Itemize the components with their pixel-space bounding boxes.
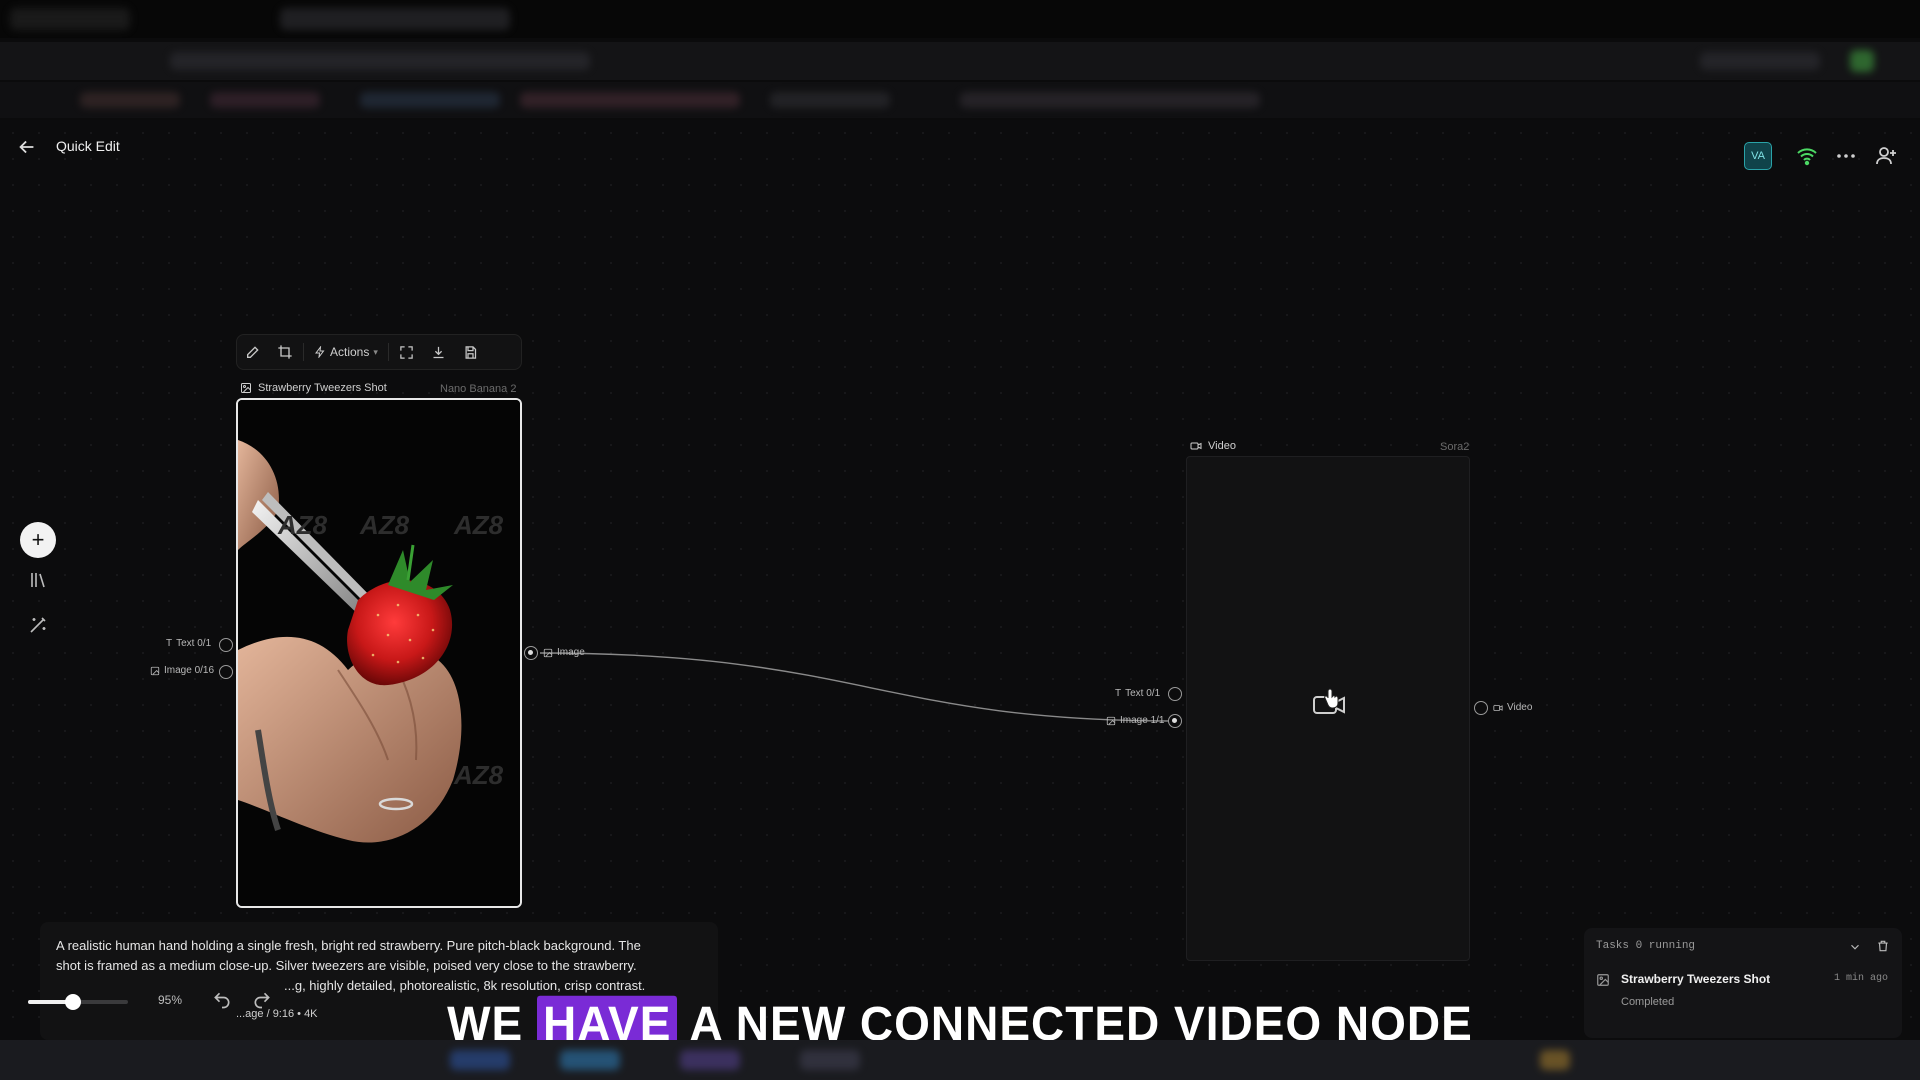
image-node-title: Strawberry Tweezers Shot [258,382,387,394]
image-icon [1597,974,1609,986]
watermark-text: AZ8 [454,760,504,790]
os-taskbar [0,1040,1920,1080]
watermark-text: AZ8 [360,510,410,540]
port-label: Image 0/16 [164,665,215,676]
browser-chrome [0,0,1920,120]
image-icon [1106,716,1116,725]
wifi-icon [1797,148,1817,166]
prompt-text[interactable]: A realistic human hand holding a single … [56,936,706,996]
browser-tab-strip [0,0,1920,38]
generated-image [238,400,520,906]
library-icon[interactable] [20,562,56,598]
add-node-button[interactable]: + [20,522,56,558]
input-port-label-image: Image 0/16 [150,665,214,676]
top-bar: Quick Edit VA [0,120,1920,174]
output-port-label: Video [1493,702,1532,713]
input-port-label-text: T Text 0/1 [166,638,211,649]
actions-label: Actions [330,345,370,359]
chevron-down-icon[interactable] [1848,940,1862,954]
text-type-icon: T [1115,688,1122,699]
output-port-video[interactable] [1474,701,1488,715]
video-node-model: Sora2 [1440,441,1470,453]
fullscreen-icon[interactable] [391,336,423,368]
video-camera-icon [1493,704,1503,711]
image-node[interactable]: AZ8 AZ8 AZ8 AZ8 [236,398,522,908]
left-toolbar: + [20,522,56,648]
text-type-icon: T [166,638,173,649]
toolbar-divider [303,343,304,361]
magic-wand-icon[interactable] [20,607,56,643]
save-icon[interactable] [455,336,487,368]
edit-icon[interactable] [237,336,269,368]
task-time: 1 min ago [1833,973,1888,984]
port-label: Image [557,647,585,658]
prompt-line: shot is framed as a medium close-up. Sil… [56,958,637,973]
watermark-text: AZ8 [278,510,328,540]
video-node-title: Video [1208,440,1236,452]
video-camera-icon [1190,442,1202,450]
toolbar-divider [387,343,389,361]
add-user-icon[interactable] [1874,144,1898,168]
crop-icon[interactable] [269,336,301,368]
input-port-image[interactable] [1168,714,1182,728]
lightning-icon [315,346,325,358]
input-port-label-image: Image 1/1 [1106,715,1164,726]
image-node-header: Strawberry Tweezers Shot [240,382,387,394]
page-title: Quick Edit [56,138,120,154]
canvas[interactable]: Quick Edit VA + Actions ▾ Strawberry Twe… [0,120,1920,1040]
image-node-model: Nano Banana 2 [440,383,517,395]
actions-dropdown[interactable]: Actions ▾ [306,345,386,359]
output-port-label: Image [543,647,585,658]
image-icon [150,666,160,675]
browser-address-bar [0,42,1920,80]
port-label: Video [1507,702,1533,713]
input-port-label-text: T Text 0/1 [1115,688,1160,699]
browser-bookmarks-bar [0,82,1920,118]
chevron-down-icon: ▾ [373,346,378,357]
image-icon [543,648,553,657]
prompt-line: ...g, highly detailed, photorealistic, 8… [284,978,646,993]
port-label: Text 0/1 [1125,688,1161,699]
output-port-image[interactable] [524,646,538,660]
watermark-text: AZ8 [454,510,504,540]
image-icon [241,383,251,393]
video-node[interactable] [1186,456,1470,961]
port-label: Text 0/1 [176,638,212,649]
node-toolbar: Actions ▾ [236,334,522,370]
more-options-icon[interactable] [1834,144,1858,168]
input-port-text[interactable] [1168,687,1182,701]
trash-icon[interactable] [1876,939,1890,953]
back-arrow-icon[interactable] [16,136,38,158]
task-title: Strawberry Tweezers Shot [1621,972,1771,986]
input-port-image[interactable] [219,665,233,679]
hand-cursor-icon [1324,688,1339,709]
tasks-header: Tasks 0 running [1596,940,1696,952]
prompt-line: A realistic human hand holding a single … [56,938,641,953]
download-icon[interactable] [423,336,455,368]
avatar[interactable]: VA [1744,142,1772,170]
video-node-header: Video [1190,440,1236,452]
port-label: Image 1/1 [1120,715,1165,726]
input-port-text[interactable] [219,638,233,652]
